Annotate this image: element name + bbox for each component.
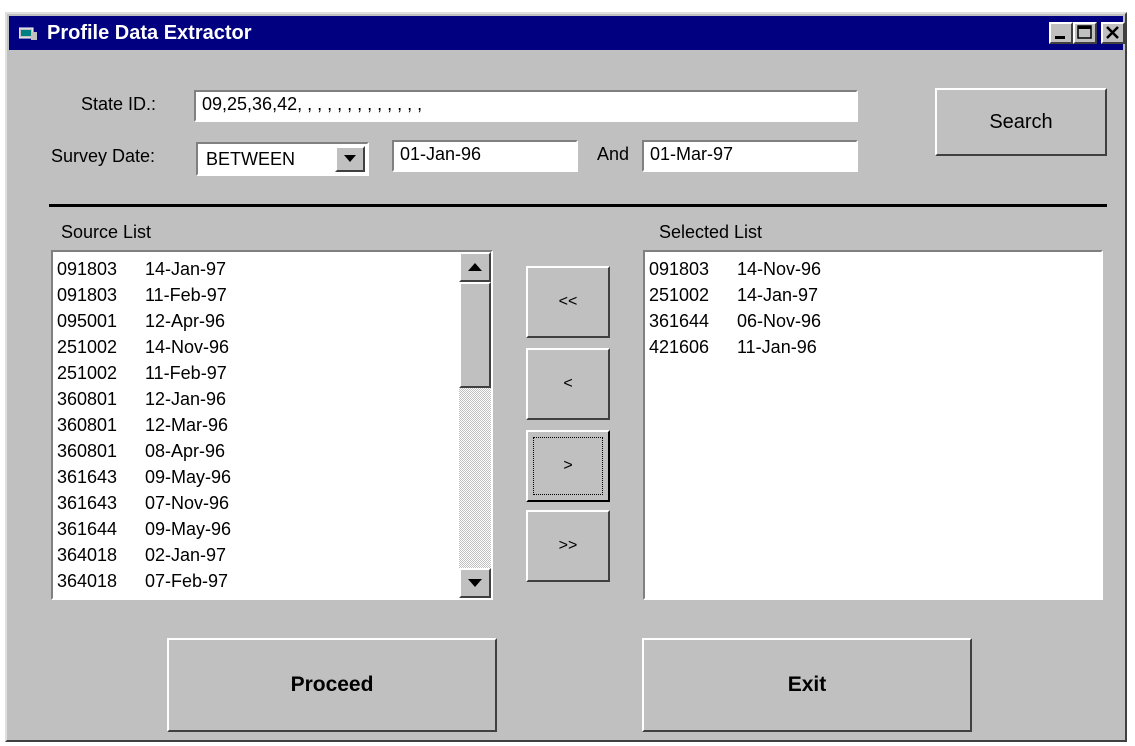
focus-ring: [533, 437, 603, 495]
item-date: 14-Nov-96: [737, 259, 822, 279]
remove-one-label: <: [563, 375, 573, 392]
item-id: 251002: [57, 337, 118, 357]
item-id: 360801: [57, 389, 118, 409]
minimize-button[interactable]: [1049, 22, 1073, 44]
item-date: 02-Jan-97: [145, 545, 227, 565]
list-item[interactable]: 095001 12-Apr-96: [57, 308, 225, 334]
item-date: 12-Mar-96: [145, 415, 229, 435]
search-button[interactable]: Search: [935, 88, 1107, 156]
source-list[interactable]: 091803 14-Jan-97 091803 11-Feb-97 095001 12-A…: [51, 250, 493, 600]
and-label: And: [597, 144, 630, 164]
add-all-label: >>: [558, 537, 578, 554]
item-id: 095001: [57, 311, 118, 331]
item-id: 361643: [57, 467, 118, 487]
list-item[interactable]: 364018 02-Jan-97: [57, 542, 226, 568]
item-date: 14-Jan-97: [145, 259, 227, 279]
source-list-label: Source List: [61, 222, 152, 242]
state-id-value: 09,25,36,42, , , , , , , , , , , , ,: [202, 94, 423, 114]
item-date: 14-Nov-96: [145, 337, 230, 357]
list-item[interactable]: 361643 09-May-96: [57, 464, 231, 490]
scroll-thumb[interactable]: [459, 282, 491, 388]
item-date: 11-Feb-97: [145, 285, 227, 305]
list-item[interactable]: 361644 09-May-96: [57, 516, 231, 542]
scroll-down-button[interactable]: [459, 568, 491, 598]
search-button-label: Search: [989, 110, 1053, 133]
list-item[interactable]: 361644 06-Nov-96: [649, 308, 821, 334]
add-all-button[interactable]: >>: [526, 510, 610, 582]
exit-button-label: Exit: [787, 673, 827, 696]
selected-list-label: Selected List: [659, 222, 763, 242]
close-button[interactable]: [1101, 22, 1125, 44]
state-id-label: State ID.:: [81, 94, 157, 114]
item-date: 07-Nov-96: [145, 493, 230, 513]
remove-all-label: <<: [558, 293, 578, 310]
list-item[interactable]: 360801 12-Mar-96: [57, 412, 228, 438]
list-item[interactable]: 361643 07-Nov-96: [57, 490, 229, 516]
date-from-input[interactable]: 01-Jan-96: [392, 140, 578, 172]
item-id: 360801: [57, 415, 118, 435]
item-id: 091803: [57, 285, 118, 305]
item-date: 08-Apr-96: [145, 441, 226, 461]
item-date: 11-Jan-96: [737, 337, 817, 357]
proceed-button[interactable]: Proceed: [167, 638, 497, 732]
operator-value: BETWEEN: [206, 149, 296, 169]
item-date: 09-May-96: [145, 467, 232, 487]
scroll-up-button[interactable]: [459, 252, 491, 282]
source-list-scrollbar[interactable]: [459, 252, 491, 598]
list-item[interactable]: 251002 14-Jan-97: [649, 282, 818, 308]
item-date: 07-Feb-97: [145, 571, 229, 591]
title-bar[interactable]: Profile Data Extractor: [9, 16, 1125, 50]
date-to-input[interactable]: 01-Mar-97: [642, 140, 858, 172]
list-item[interactable]: 364018 07-Feb-97: [57, 568, 228, 594]
state-id-input[interactable]: 09,25,36,42, , , , , , , , , , , , ,: [194, 90, 858, 122]
list-item[interactable]: 421606 11-Jan-96: [649, 334, 817, 360]
list-item[interactable]: 360801 08-Apr-96: [57, 438, 225, 464]
list-item[interactable]: 091803 14-Jan-97: [57, 256, 226, 282]
item-id: 360801: [57, 441, 118, 461]
list-item[interactable]: 360801 12-Jan-96: [57, 386, 226, 412]
item-date: 14-Jan-97: [737, 285, 819, 305]
window-title: Profile Data Extractor: [47, 22, 252, 44]
list-item[interactable]: 251002 14-Nov-96: [57, 334, 229, 360]
item-id: 364018: [57, 571, 118, 591]
section-divider: [49, 204, 1107, 207]
item-date: 12-Apr-96: [145, 311, 226, 331]
remove-all-button[interactable]: <<: [526, 266, 610, 338]
survey-date-label: Survey Date:: [51, 146, 156, 166]
maximize-button[interactable]: [1073, 22, 1097, 44]
arrow-down-icon: [468, 579, 482, 587]
date-from-value: 01-Jan-96: [400, 144, 482, 164]
item-id: 251002: [57, 363, 118, 383]
item-date: 09-May-96: [145, 519, 232, 539]
arrow-up-icon: [468, 263, 482, 271]
item-id: 091803: [649, 259, 710, 279]
item-id: 361644: [57, 519, 118, 539]
item-id: 421606: [649, 337, 710, 357]
exit-button[interactable]: Exit: [642, 638, 972, 732]
list-item[interactable]: 251002 11-Feb-97: [57, 360, 227, 386]
maximize-icon: [1077, 25, 1092, 39]
item-id: 361643: [57, 493, 118, 513]
operator-dropdown-button[interactable]: [335, 146, 365, 172]
list-item[interactable]: 091803 14-Nov-96: [649, 256, 821, 282]
add-one-button[interactable]: >: [526, 430, 610, 502]
item-date: 11-Feb-97: [145, 363, 227, 383]
operator-select[interactable]: BETWEEN: [196, 142, 369, 176]
item-id: 361644: [649, 311, 710, 331]
item-id: 364018: [57, 545, 118, 565]
item-date: 12-Jan-96: [145, 389, 227, 409]
list-item[interactable]: 091803 11-Feb-97: [57, 282, 227, 308]
minimize-icon: [1055, 36, 1065, 39]
item-id: 091803: [57, 259, 118, 279]
chevron-down-icon: [344, 155, 356, 162]
selected-list[interactable]: 091803 14-Nov-96 251002 14-Jan-97 361644 06-N…: [643, 250, 1103, 600]
app-window: Profile Data Extractor State ID.: 09,25,…: [5, 12, 1127, 742]
remove-one-button[interactable]: <: [526, 348, 610, 420]
item-date: 06-Nov-96: [737, 311, 822, 331]
date-to-value: 01-Mar-97: [650, 144, 734, 164]
item-id: 251002: [649, 285, 710, 305]
close-icon: [1106, 26, 1119, 39]
proceed-button-label: Proceed: [290, 673, 374, 696]
app-icon: [19, 27, 37, 40]
